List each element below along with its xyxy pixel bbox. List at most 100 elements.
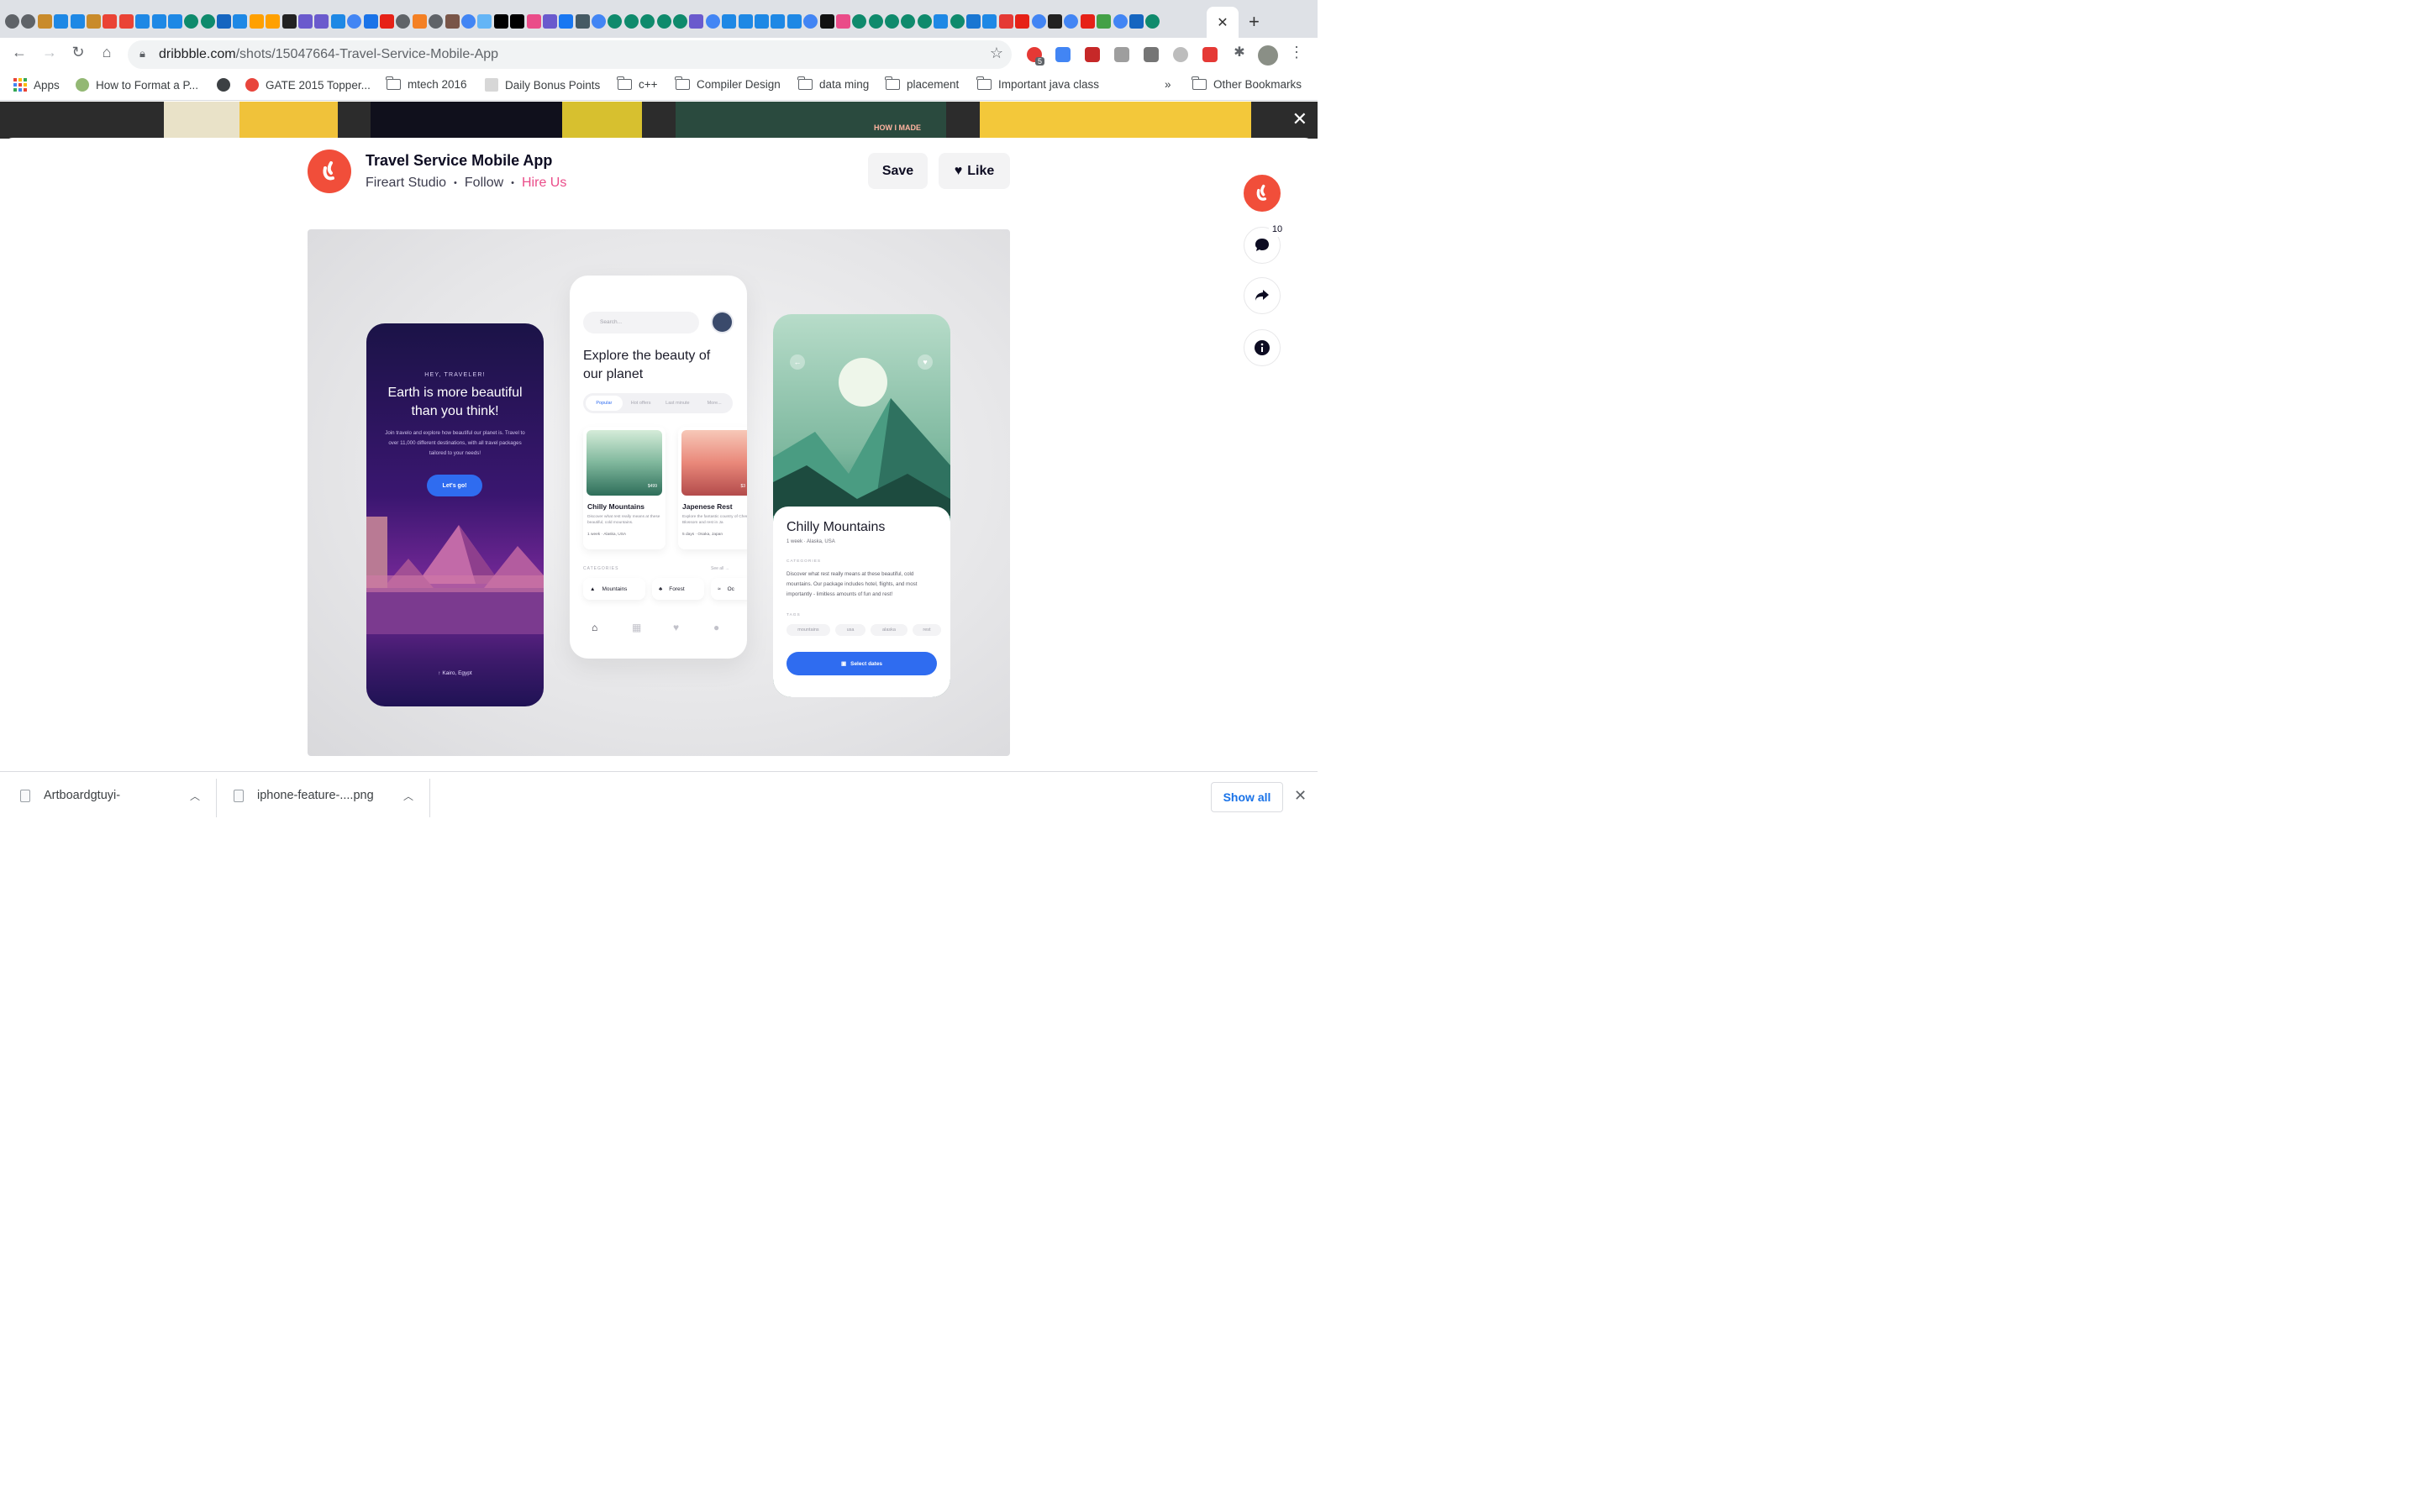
apple-tab-icon[interactable] [429,14,444,29]
notion-tab-icon[interactable] [281,14,297,29]
follow-link[interactable]: Follow [465,176,503,191]
eye-extension-icon[interactable] [1202,47,1218,62]
share-button[interactable] [1244,277,1281,314]
dribbble-tab-icon[interactable] [835,14,850,29]
c-red-tab-icon[interactable] [998,14,1013,29]
chevron-up-icon[interactable]: ︿ [403,789,413,803]
chatgpt-tab-icon[interactable] [868,14,883,29]
active-tab[interactable]: ✕ [1207,7,1239,38]
downloads-close-icon[interactable]: ✕ [1294,787,1307,805]
profile-avatar[interactable] [1258,45,1278,66]
bookmark-gate[interactable]: GATE 2015 Topper... [245,78,371,92]
chatgpt-tab-icon[interactable] [917,14,932,29]
address-bar[interactable]: 🔒︎ dribbble.com/shots/15047664-Travel-Se… [128,40,1012,69]
google-tab-icon[interactable] [803,14,818,29]
bookmark-folder-compiler[interactable]: Compiler Design [675,76,781,91]
firebase-tab-icon[interactable] [266,14,281,29]
google-tab-icon[interactable] [592,14,607,29]
tb-extension-icon[interactable] [1144,47,1159,62]
google-tab-icon[interactable] [1113,14,1128,29]
chatgpt-tab-icon[interactable] [852,14,867,29]
bookmark-star-icon[interactable]: ☆ [990,45,1003,62]
back-arrow-icon[interactable]: ← [8,44,30,61]
author-name[interactable]: Fireart Studio [366,176,446,191]
cloud-extension-icon[interactable] [1173,47,1188,62]
appstore-tab-icon[interactable] [70,14,85,29]
youtube-tab-icon[interactable] [1080,14,1095,29]
gmail-tab-icon[interactable] [118,14,134,29]
appstore-tab-icon[interactable] [934,14,949,29]
appstore-tab-icon[interactable] [754,14,769,29]
n-app-tab-icon[interactable] [493,14,508,29]
diamond-tab-icon[interactable] [314,14,329,29]
chatgpt-tab-icon[interactable] [1145,14,1160,29]
diamond-tab-icon[interactable] [298,14,313,29]
appstore-tab-icon[interactable] [54,14,69,29]
appstore-tab-icon[interactable] [738,14,753,29]
phone-tab-icon[interactable] [37,14,52,29]
reload-icon[interactable]: ↻ [67,44,89,61]
other-bookmarks[interactable]: Other Bookmarks [1192,76,1302,91]
amazon-tab-icon[interactable] [1048,14,1062,29]
show-all-button[interactable]: Show all [1211,782,1283,812]
menu-kebab-icon[interactable]: ⋮ [1286,44,1307,61]
bookmark-globe[interactable] [217,78,230,92]
chatgpt-tab-icon[interactable] [623,14,639,29]
arrow-tab-icon[interactable] [477,14,492,29]
author-avatar[interactable] [308,150,351,193]
appstore-tab-icon[interactable] [167,14,182,29]
leetcode-tab-icon[interactable] [363,14,378,29]
modal-close-icon[interactable]: ✕ [1292,108,1307,130]
google-tab-icon[interactable] [1064,14,1079,29]
appstore-tab-icon[interactable] [135,14,150,29]
black-tab-icon[interactable] [510,14,525,29]
bookmark-folder-mtech[interactable]: mtech 2016 [386,76,467,91]
youtube-tab-icon[interactable] [379,14,394,29]
appstore-tab-icon[interactable] [722,14,737,29]
google-tab-icon[interactable] [460,14,476,29]
bookmark-folder-java[interactable]: Important java class [976,76,1099,91]
m-app-tab-icon[interactable] [217,14,232,29]
diamond-tab-icon[interactable] [689,14,704,29]
chatgpt-tab-icon[interactable] [885,14,900,29]
google-tab-icon[interactable] [1031,14,1046,29]
appstore-tab-icon[interactable] [786,14,802,29]
extensions-puzzle-icon[interactable]: ✱ [1228,44,1250,60]
bookmark-apps[interactable]: Apps [13,78,60,92]
tab-close-icon[interactable]: ✕ [1217,14,1228,31]
tag-extension-icon[interactable] [1114,47,1129,62]
diamond-tab-icon[interactable] [542,14,557,29]
bookmark-folder-placement[interactable]: placement [885,76,959,91]
chatgpt-tab-icon[interactable] [901,14,916,29]
gmail-tab-icon[interactable] [103,14,118,29]
bookmarks-overflow-chevron[interactable]: » [1165,78,1171,91]
bookmark-wikihow[interactable]: How to Format a P... [76,78,198,92]
new-tab-button[interactable]: + [1249,11,1260,33]
shot-image[interactable]: HEY, TRAVELER! Earth is more beautiful t… [308,229,1010,756]
download-item[interactable]: iphone-feature-....png ︿ [234,772,413,819]
appstore-tab-icon[interactable] [151,14,166,29]
apple-tab-icon[interactable] [396,14,411,29]
youtube-tab-icon[interactable] [1015,14,1030,29]
side-author-avatar[interactable] [1244,175,1281,212]
clock-tab-icon[interactable] [966,14,981,29]
chatgpt-tab-icon[interactable] [184,14,199,29]
code-tab-icon[interactable] [1128,14,1144,29]
url-text[interactable]: dribbble.com/shots/15047664-Travel-Servi… [159,47,498,62]
google-tab-icon[interactable] [347,14,362,29]
ai-black-tab-icon[interactable] [819,14,834,29]
apple-tab-icon[interactable] [5,14,19,29]
home-icon[interactable]: ⌂ [96,44,118,61]
appstore-tab-icon[interactable] [771,14,786,29]
chatgpt-tab-icon[interactable] [656,14,671,29]
forward-arrow-icon[interactable]: → [39,44,60,61]
firebase-tab-icon[interactable] [249,14,264,29]
appstore-tab-icon[interactable] [330,14,345,29]
terminal-tab-icon[interactable] [575,14,590,29]
check-tab-icon[interactable] [1097,14,1112,29]
dribbble-tab-icon[interactable] [526,14,541,29]
chevron-up-icon[interactable]: ︿ [190,789,200,803]
bookmark-daily-bonus[interactable]: Daily Bonus Points [485,78,600,92]
cat-tab-icon[interactable] [445,14,460,29]
stack-tab-icon[interactable] [412,14,427,29]
